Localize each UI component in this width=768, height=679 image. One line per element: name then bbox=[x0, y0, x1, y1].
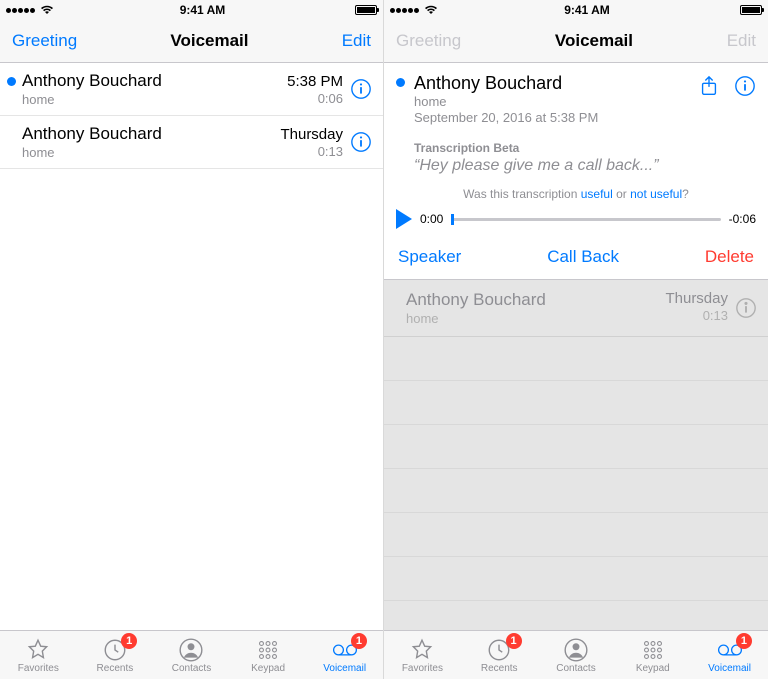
tab-label: Keypad bbox=[251, 663, 285, 674]
tab-recents[interactable]: 1 Recents bbox=[461, 631, 538, 679]
info-icon bbox=[350, 131, 372, 153]
person-icon bbox=[563, 637, 589, 663]
star-icon bbox=[409, 637, 435, 663]
caller-name: Anthony Bouchard bbox=[414, 73, 698, 94]
remaining-time: -0:06 bbox=[729, 212, 756, 226]
status-bar: 9:41 AM bbox=[0, 0, 383, 20]
tab-label: Favorites bbox=[18, 663, 59, 674]
delete-button[interactable]: Delete bbox=[705, 247, 754, 267]
caller-name: Anthony Bouchard bbox=[22, 71, 287, 91]
scrubber-knob[interactable] bbox=[451, 214, 454, 225]
tab-bar: Favorites 1 Recents Contacts Keypad bbox=[0, 630, 383, 679]
call-time: Thursday bbox=[280, 126, 343, 143]
tab-bar: Favorites 1 Recents Contacts Keypad bbox=[384, 630, 768, 679]
dimmed-list: Anthony Bouchard home Thursday 0:13 bbox=[384, 280, 768, 630]
call-duration: 0:06 bbox=[318, 91, 343, 106]
tab-contacts[interactable]: Contacts bbox=[153, 631, 230, 679]
share-icon[interactable] bbox=[698, 75, 720, 97]
wifi-icon bbox=[424, 5, 438, 15]
elapsed-time: 0:00 bbox=[420, 212, 443, 226]
status-time: 9:41 AM bbox=[564, 3, 610, 17]
greeting-button[interactable]: Greeting bbox=[12, 31, 77, 51]
transcription-label: Transcription Beta bbox=[414, 141, 768, 155]
right-pane: 9:41 AM Greeting Voicemail Edit Anthony … bbox=[384, 0, 768, 679]
tab-label: Recents bbox=[481, 663, 518, 674]
scrubber[interactable] bbox=[451, 218, 720, 221]
call-duration: 0:13 bbox=[665, 308, 728, 323]
info-icon bbox=[350, 78, 372, 100]
unread-dot-icon bbox=[396, 78, 405, 87]
greeting-button[interactable]: Greeting bbox=[396, 31, 461, 51]
star-icon bbox=[25, 637, 51, 663]
tab-label: Voicemail bbox=[323, 663, 366, 674]
wifi-icon bbox=[40, 5, 54, 15]
caller-label: home bbox=[406, 311, 665, 326]
callback-button[interactable]: Call Back bbox=[547, 247, 619, 267]
tab-voicemail[interactable]: 1 Voicemail bbox=[691, 631, 768, 679]
tab-favorites[interactable]: Favorites bbox=[0, 631, 77, 679]
play-button[interactable] bbox=[396, 209, 412, 229]
call-time: 5:38 PM bbox=[287, 73, 343, 90]
voicemail-row[interactable]: Anthony Bouchard home Thursday 0:13 bbox=[384, 280, 768, 337]
badge: 1 bbox=[736, 633, 752, 649]
tab-voicemail[interactable]: 1 Voicemail bbox=[306, 631, 383, 679]
tab-favorites[interactable]: Favorites bbox=[384, 631, 461, 679]
edit-button[interactable]: Edit bbox=[342, 31, 371, 51]
info-button[interactable] bbox=[347, 124, 375, 160]
useful-link[interactable]: useful bbox=[581, 187, 613, 201]
caller-label: home bbox=[22, 145, 280, 160]
info-button[interactable] bbox=[347, 71, 375, 107]
page-title: Voicemail bbox=[170, 31, 248, 51]
battery-icon bbox=[740, 5, 762, 15]
badge: 1 bbox=[121, 633, 137, 649]
tab-label: Favorites bbox=[402, 663, 443, 674]
status-time: 9:41 AM bbox=[180, 3, 226, 17]
info-button[interactable] bbox=[732, 290, 760, 326]
tab-label: Voicemail bbox=[708, 663, 751, 674]
expanded-voicemail: Anthony Bouchard home September 20, 2016… bbox=[384, 63, 768, 630]
call-duration: 0:13 bbox=[318, 144, 343, 159]
voicemail-list: Anthony Bouchard home 5:38 PM 0:06 Antho… bbox=[0, 63, 383, 630]
caller-label: home bbox=[22, 92, 287, 107]
tab-label: Contacts bbox=[172, 663, 211, 674]
left-pane: 9:41 AM Greeting Voicemail Edit Anthony … bbox=[0, 0, 384, 679]
voicemail-row[interactable]: Anthony Bouchard home 5:38 PM 0:06 bbox=[0, 63, 383, 116]
tab-label: Keypad bbox=[636, 663, 670, 674]
action-row: Speaker Call Back Delete bbox=[384, 237, 768, 280]
not-useful-link[interactable]: not useful bbox=[630, 187, 682, 201]
signal-dots bbox=[6, 5, 54, 15]
tab-label: Recents bbox=[97, 663, 134, 674]
signal-dots bbox=[390, 5, 438, 15]
call-datetime: September 20, 2016 at 5:38 PM bbox=[414, 110, 698, 125]
nav-bar: Greeting Voicemail Edit bbox=[384, 20, 768, 63]
transcription-text: “Hey please give me a call back...” bbox=[414, 157, 768, 175]
tab-label: Contacts bbox=[556, 663, 595, 674]
tab-keypad[interactable]: Keypad bbox=[614, 631, 691, 679]
status-bar: 9:41 AM bbox=[384, 0, 768, 20]
battery-icon bbox=[355, 5, 377, 15]
speaker-button[interactable]: Speaker bbox=[398, 247, 461, 267]
edit-button[interactable]: Edit bbox=[727, 31, 756, 51]
caller-label: home bbox=[414, 94, 698, 109]
page-title: Voicemail bbox=[555, 31, 633, 51]
tab-keypad[interactable]: Keypad bbox=[230, 631, 307, 679]
unread-dot-icon bbox=[7, 77, 16, 86]
keypad-icon bbox=[640, 637, 666, 663]
person-icon bbox=[178, 637, 204, 663]
call-time: Thursday bbox=[665, 290, 728, 307]
transcription-feedback: Was this transcription useful or not use… bbox=[384, 187, 768, 201]
info-icon bbox=[735, 297, 757, 319]
voicemail-row[interactable]: Anthony Bouchard home Thursday 0:13 bbox=[0, 116, 383, 169]
badge: 1 bbox=[506, 633, 522, 649]
tab-contacts[interactable]: Contacts bbox=[538, 631, 615, 679]
caller-name: Anthony Bouchard bbox=[22, 124, 280, 144]
tab-recents[interactable]: 1 Recents bbox=[77, 631, 154, 679]
info-icon[interactable] bbox=[734, 75, 756, 97]
playback-bar: 0:00 -0:06 bbox=[384, 209, 768, 237]
keypad-icon bbox=[255, 637, 281, 663]
badge: 1 bbox=[351, 633, 367, 649]
caller-name: Anthony Bouchard bbox=[406, 290, 665, 310]
nav-bar: Greeting Voicemail Edit bbox=[0, 20, 383, 63]
